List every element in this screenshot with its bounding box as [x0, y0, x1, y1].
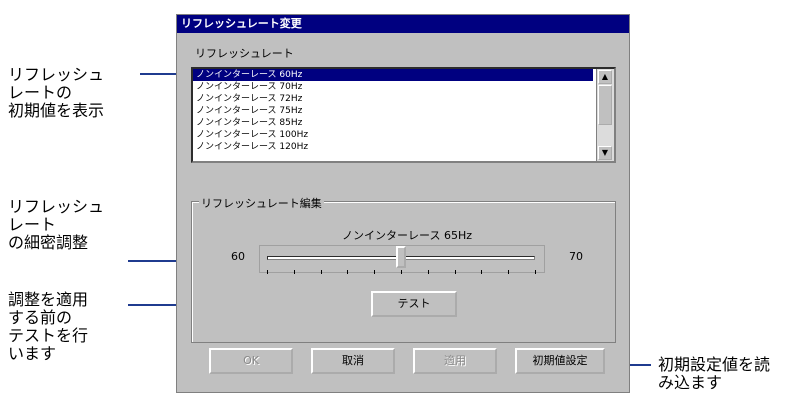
refresh-rate-list[interactable]: ノンインターレース 60Hz ノンインターレース 70Hz ノンインターレース 72… [191, 67, 616, 163]
list-item[interactable]: ノンインターレース 60Hz [193, 69, 593, 81]
slider-tick [508, 270, 510, 274]
slider-tick [374, 270, 376, 274]
list-item[interactable]: ノンインターレース 70Hz [193, 81, 593, 93]
slider-tick [293, 270, 295, 274]
scroll-thumb[interactable] [598, 85, 612, 125]
list-label: リフレッシュレート [195, 47, 294, 60]
list-item[interactable]: ノンインターレース 85Hz [193, 117, 593, 129]
slider-max-label: 70 [569, 250, 583, 263]
slider-min-label: 60 [231, 250, 245, 263]
annotation-test: 調整を適用 する前の テストを行 います [8, 290, 89, 363]
slider-tick [347, 270, 349, 274]
scroll-up-button[interactable]: ▲ [598, 70, 612, 84]
slider-tick [535, 270, 536, 274]
slider-tick [454, 270, 456, 274]
list-item[interactable]: ノンインターレース 100Hz [193, 129, 593, 141]
test-button[interactable]: テスト [371, 291, 457, 317]
list-scrollbar[interactable]: ▲ ▼ [596, 69, 614, 161]
refresh-rate-dialog: リフレッシュレート変更 リフレッシュレート ノンインターレース 60Hz ノンイン… [176, 14, 630, 393]
slider-tick [320, 270, 322, 274]
list-item[interactable]: ノンインターレース 75Hz [193, 105, 593, 117]
list-item[interactable]: ノンインターレース 120Hz [193, 141, 593, 153]
annotation-fine-adjust: リフレッシュ レート の細密調整 [8, 197, 105, 252]
list-items: ノンインターレース 60Hz ノンインターレース 70Hz ノンインターレース 72… [193, 69, 593, 153]
slider-tick [481, 270, 483, 274]
slider-caption: ノンインターレース 65Hz [342, 229, 472, 242]
apply-button[interactable]: 適用 [413, 348, 497, 374]
cancel-button[interactable]: 取消 [311, 348, 395, 374]
load-defaults-button[interactable]: 初期値設定 [515, 348, 605, 374]
slider-tick [401, 270, 402, 274]
slider-thumb[interactable] [396, 246, 406, 268]
slider-tick [267, 270, 268, 274]
dialog-title: リフレッシュレート変更 [177, 15, 629, 33]
slider-tick [427, 270, 429, 274]
annotation-initial-display: リフレッシュ レートの 初期値を表示 [8, 65, 105, 120]
ok-button[interactable]: OK [209, 348, 293, 374]
scroll-down-button[interactable]: ▼ [598, 146, 612, 160]
annotation-load-defaults: 初期設定値を読 み込ます [658, 355, 771, 392]
list-item[interactable]: ノンインターレース 72Hz [193, 93, 593, 105]
group-label: リフレッシュレート編集 [199, 195, 324, 211]
